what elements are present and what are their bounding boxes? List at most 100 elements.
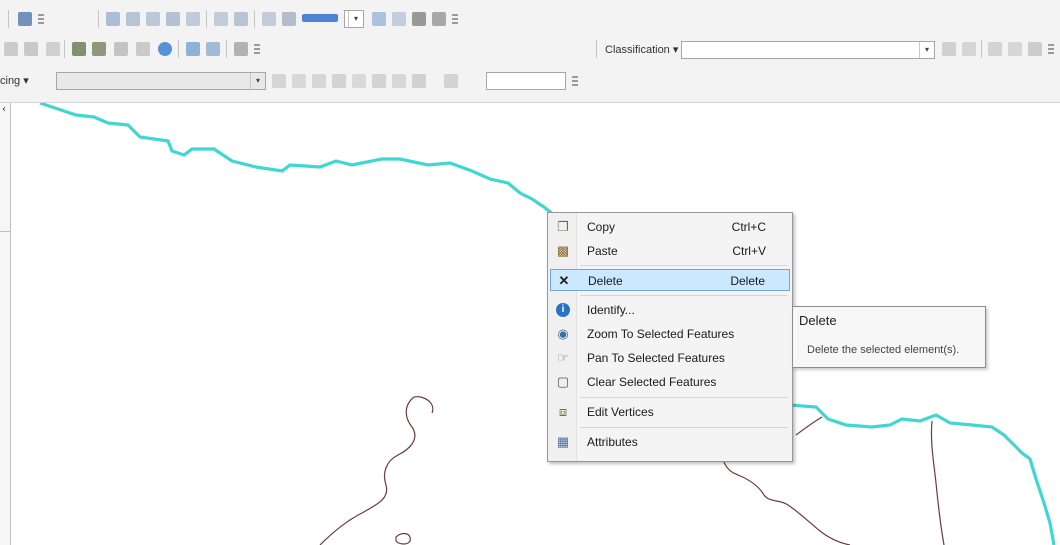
collapse-icon[interactable]: ‹ [2, 104, 6, 115]
left-panel [0, 103, 11, 545]
tool-icon[interactable] [4, 42, 18, 56]
menu-item-label: Clear Selected Features [587, 375, 717, 389]
menu-item-label: Paste [587, 244, 618, 258]
tool-icon[interactable] [412, 74, 426, 88]
menu-item-shortcut: Ctrl+V [732, 244, 766, 258]
tool-icon[interactable] [372, 74, 386, 88]
toolbar-grip[interactable] [254, 44, 260, 56]
edit-vertices-tool-icon[interactable] [72, 42, 86, 56]
toolbar-separator [254, 10, 255, 28]
tool-icon[interactable] [234, 12, 248, 26]
menu-item-zoom-to-selected[interactable]: ◉ Zoom To Selected Features [550, 323, 790, 345]
menu-item-delete[interactable]: ✕ Delete Delete [550, 269, 790, 291]
tool-icon[interactable] [392, 74, 406, 88]
toolbar-grip[interactable] [572, 76, 578, 88]
tool-icon[interactable] [292, 74, 306, 88]
tool-icon[interactable] [214, 12, 228, 26]
toolbar-separator [226, 40, 227, 58]
small-combo[interactable] [486, 72, 566, 90]
tool-icon[interactable] [136, 42, 150, 56]
tool-icon[interactable] [444, 74, 458, 88]
toolbar-separator [8, 10, 9, 28]
tool-icon[interactable] [282, 12, 296, 26]
tool-icon[interactable] [92, 42, 106, 56]
print-icon[interactable] [412, 12, 426, 26]
feature-outline [795, 416, 823, 436]
print-preview-icon[interactable] [432, 12, 446, 26]
menu-item-attributes[interactable]: ▦ Attributes [550, 431, 790, 453]
toolbar-row-2: Classification ▾ ▾ [0, 34, 1060, 64]
tool-icon[interactable] [1028, 42, 1042, 56]
chevron-down-icon: ▾ [348, 11, 363, 27]
menu-item-identify[interactable]: i Identify... [550, 299, 790, 321]
toolbar-separator [178, 40, 179, 58]
tool-icon[interactable] [166, 12, 180, 26]
tool-icon[interactable] [146, 12, 160, 26]
tool-icon[interactable] [372, 12, 386, 26]
tool-icon[interactable] [206, 42, 220, 56]
table-icon[interactable] [18, 12, 32, 26]
menu-item-label: Copy [587, 220, 616, 234]
tool-icon[interactable] [158, 42, 172, 56]
menu-item-paste[interactable]: ▩ Paste Ctrl+V [550, 240, 790, 262]
menu-item-edit-vertices[interactable]: ⧈ Edit Vertices [550, 401, 790, 423]
toolbar-separator [596, 40, 597, 58]
menu-item-label: Delete [588, 274, 623, 288]
tracing-dropdown[interactable]: cing ▾ [0, 74, 29, 87]
zoom-to-selected-icon: ◉ [557, 326, 569, 341]
toolbar-row-1: ▾ [0, 4, 1060, 34]
tool-icon[interactable] [272, 74, 286, 88]
toolbar-separator [206, 10, 207, 28]
toolbar-area: ▾ Classification ▾ ▾ cing ▾ ▾ [0, 0, 1060, 103]
selected-boundary-line [789, 403, 1056, 545]
menu-separator [580, 427, 788, 428]
menu-item-pan-to-selected[interactable]: ☞ Pan To Selected Features [550, 347, 790, 369]
tool-icon[interactable] [24, 42, 38, 56]
delete-icon: ✕ [558, 273, 570, 288]
paste-icon: ▩ [556, 243, 570, 258]
toolbar-separator [64, 40, 65, 58]
classification-select[interactable]: ▾ [681, 41, 935, 59]
tooltip: Delete Delete the selected element(s). [792, 306, 986, 368]
identify-icon: i [556, 303, 570, 317]
menu-separator [580, 265, 788, 266]
menu-item-label: Attributes [587, 435, 638, 449]
tool-icon[interactable] [126, 12, 140, 26]
tool-icon[interactable] [392, 12, 406, 26]
tool-icon[interactable] [988, 42, 1002, 56]
tool-icon[interactable] [1008, 42, 1022, 56]
toolbar-grip[interactable] [38, 14, 44, 26]
tool-icon[interactable] [186, 42, 200, 56]
tool-icon[interactable] [312, 74, 326, 88]
chevron-down-icon: ▾ [919, 42, 934, 58]
feature-outline [413, 396, 434, 414]
classification-dropdown[interactable]: Classification ▾ [605, 43, 678, 56]
feature-outline [319, 396, 416, 545]
tracing-select[interactable]: ▾ [56, 72, 266, 90]
tool-icon[interactable] [186, 12, 200, 26]
color-dropdown[interactable]: ▾ [344, 10, 364, 28]
tool-icon[interactable] [234, 42, 248, 56]
menu-item-label: Edit Vertices [587, 405, 654, 419]
clear-selected-icon: ▢ [556, 374, 570, 389]
menu-item-label: Zoom To Selected Features [587, 327, 735, 341]
menu-item-label: Identify... [587, 303, 635, 317]
menu-item-copy[interactable]: ❐ Copy Ctrl+C [550, 216, 790, 238]
menu-separator [580, 295, 788, 296]
tool-icon[interactable] [262, 12, 276, 26]
toolbar-grip[interactable] [452, 14, 458, 26]
tool-icon[interactable] [46, 42, 60, 56]
tool-icon[interactable] [106, 12, 120, 26]
toolbar-grip[interactable] [1048, 44, 1054, 56]
pan-to-selected-icon: ☞ [557, 350, 569, 365]
menu-item-shortcut: Ctrl+C [731, 220, 766, 234]
tool-icon[interactable] [352, 74, 366, 88]
tool-icon[interactable] [332, 74, 346, 88]
tool-icon[interactable] [942, 42, 956, 56]
tool-icon[interactable] [962, 42, 976, 56]
context-menu: ❐ Copy Ctrl+C ▩ Paste Ctrl+V ✕ Delete De… [547, 212, 793, 462]
menu-separator [580, 397, 788, 398]
tool-icon[interactable] [114, 42, 128, 56]
menu-item-clear-selected[interactable]: ▢ Clear Selected Features [550, 371, 790, 393]
color-swatch[interactable] [302, 14, 338, 22]
